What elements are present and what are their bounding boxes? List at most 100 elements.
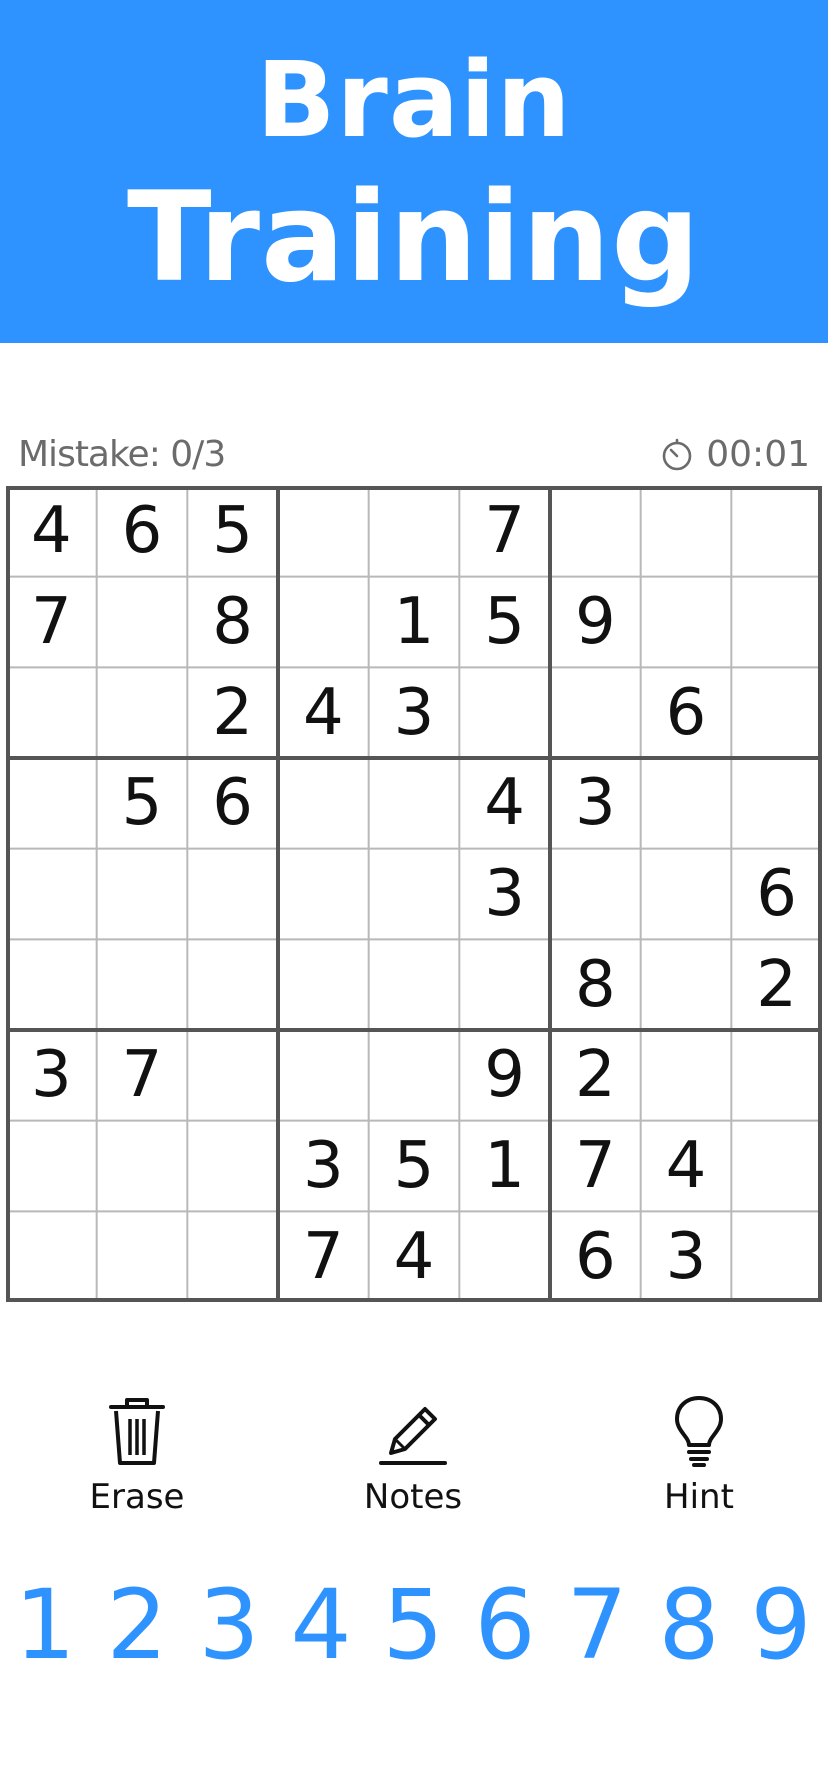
board-cell[interactable]: [278, 577, 369, 668]
board-cell[interactable]: [550, 849, 641, 940]
board-cell[interactable]: [731, 1211, 822, 1302]
board-cell[interactable]: [369, 1030, 460, 1121]
number-pad: 123456789: [0, 1565, 828, 1685]
pencil-icon: [379, 1407, 447, 1465]
board-cell[interactable]: [369, 939, 460, 1030]
board-cell[interactable]: [731, 1121, 822, 1212]
board-cell[interactable]: 6: [187, 758, 278, 849]
number-key-9[interactable]: 9: [736, 1565, 826, 1685]
board-cell[interactable]: [187, 1211, 278, 1302]
board-cell[interactable]: [731, 486, 822, 577]
board-cell[interactable]: [731, 758, 822, 849]
board-cell[interactable]: [731, 1030, 822, 1121]
board-cell[interactable]: 5: [187, 486, 278, 577]
timer[interactable]: 00:01: [660, 434, 810, 475]
board-cell[interactable]: 4: [369, 1211, 460, 1302]
number-key-3[interactable]: 3: [184, 1565, 274, 1685]
app-header: Brain Training: [0, 0, 828, 343]
board-cell[interactable]: 4: [459, 758, 550, 849]
board-cell[interactable]: 3: [369, 667, 460, 758]
board-cell[interactable]: 3: [278, 1121, 369, 1212]
board-cell[interactable]: 4: [6, 486, 97, 577]
number-key-1[interactable]: 1: [0, 1565, 90, 1685]
board-cell[interactable]: 8: [550, 939, 641, 1030]
board-cell[interactable]: [6, 939, 97, 1030]
board-cell[interactable]: [278, 486, 369, 577]
board-cell[interactable]: [6, 1121, 97, 1212]
number-key-7[interactable]: 7: [552, 1565, 642, 1685]
board-cell[interactable]: [459, 1211, 550, 1302]
board-cell[interactable]: 4: [641, 1121, 732, 1212]
board-cell[interactable]: 7: [550, 1121, 641, 1212]
board-cell[interactable]: [459, 667, 550, 758]
board-cell[interactable]: 7: [459, 486, 550, 577]
board-cell[interactable]: 6: [550, 1211, 641, 1302]
board-cell[interactable]: 2: [550, 1030, 641, 1121]
board-cell[interactable]: [6, 758, 97, 849]
board-cell[interactable]: 5: [97, 758, 188, 849]
board-cell[interactable]: [187, 849, 278, 940]
board-cell[interactable]: 3: [641, 1211, 732, 1302]
trash-icon: [109, 1398, 165, 1465]
board-cell[interactable]: 6: [97, 486, 188, 577]
board-cell[interactable]: [731, 667, 822, 758]
board-cell[interactable]: [641, 849, 732, 940]
board-cell[interactable]: [369, 486, 460, 577]
board-cell[interactable]: 7: [6, 577, 97, 668]
board-cell[interactable]: [97, 667, 188, 758]
board-cell[interactable]: 2: [187, 667, 278, 758]
board-cell[interactable]: 6: [641, 667, 732, 758]
number-key-5[interactable]: 5: [368, 1565, 458, 1685]
board-cell[interactable]: [641, 486, 732, 577]
board-cell[interactable]: 9: [459, 1030, 550, 1121]
board-cell[interactable]: [459, 939, 550, 1030]
board-cell[interactable]: 6: [731, 849, 822, 940]
board-cell[interactable]: [641, 939, 732, 1030]
board-cell[interactable]: [97, 1121, 188, 1212]
board-cell[interactable]: [6, 849, 97, 940]
board-cell[interactable]: [278, 758, 369, 849]
board-cell[interactable]: [369, 758, 460, 849]
board-cell[interactable]: [97, 577, 188, 668]
hint-button[interactable]: Hint: [619, 1395, 779, 1525]
board-cell[interactable]: [97, 939, 188, 1030]
board-cell[interactable]: 2: [731, 939, 822, 1030]
board-cell[interactable]: [6, 667, 97, 758]
board-cell[interactable]: 3: [6, 1030, 97, 1121]
board-cell[interactable]: [187, 1030, 278, 1121]
board-cell[interactable]: [278, 1030, 369, 1121]
board-cell[interactable]: [641, 1030, 732, 1121]
board-cell[interactable]: [550, 667, 641, 758]
board-cell[interactable]: [550, 486, 641, 577]
board-cell[interactable]: 7: [278, 1211, 369, 1302]
board-cell[interactable]: 8: [187, 577, 278, 668]
board-cell[interactable]: 4: [278, 667, 369, 758]
board-cell[interactable]: [187, 939, 278, 1030]
app-title-line1: Brain: [256, 39, 572, 161]
board-cell[interactable]: [641, 758, 732, 849]
board-cell[interactable]: [97, 849, 188, 940]
board-cell[interactable]: 5: [369, 1121, 460, 1212]
board-cell[interactable]: [369, 849, 460, 940]
board-cell[interactable]: [97, 1211, 188, 1302]
board-cell[interactable]: 9: [550, 577, 641, 668]
board-cell[interactable]: [6, 1211, 97, 1302]
board-cell[interactable]: 1: [369, 577, 460, 668]
sudoku-board: 4657781592436564336823792351747463: [6, 486, 822, 1302]
board-cell[interactable]: 3: [550, 758, 641, 849]
board-cell[interactable]: [278, 939, 369, 1030]
number-key-4[interactable]: 4: [276, 1565, 366, 1685]
number-key-2[interactable]: 2: [92, 1565, 182, 1685]
board-cell[interactable]: 5: [459, 577, 550, 668]
number-key-8[interactable]: 8: [644, 1565, 734, 1685]
notes-button[interactable]: Notes: [333, 1395, 493, 1525]
board-cell[interactable]: [641, 577, 732, 668]
board-cell[interactable]: 3: [459, 849, 550, 940]
board-cell[interactable]: [278, 849, 369, 940]
erase-button[interactable]: Erase: [57, 1395, 217, 1525]
board-cell[interactable]: [187, 1121, 278, 1212]
board-cell[interactable]: 7: [97, 1030, 188, 1121]
board-cell[interactable]: [731, 577, 822, 668]
board-cell[interactable]: 1: [459, 1121, 550, 1212]
number-key-6[interactable]: 6: [460, 1565, 550, 1685]
